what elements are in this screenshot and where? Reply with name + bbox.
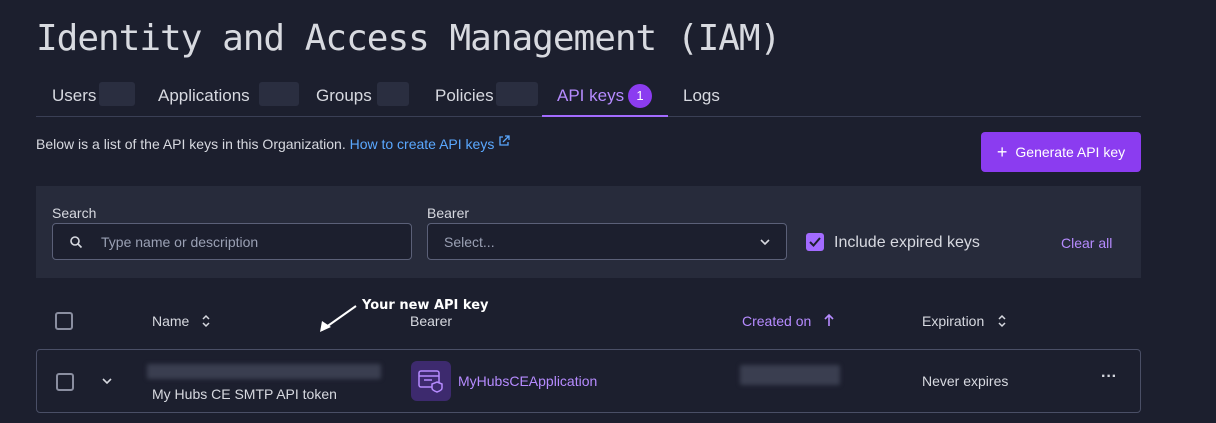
column-header-bearer: Bearer: [410, 313, 453, 329]
chevron-down-icon[interactable]: [102, 378, 112, 384]
generate-api-key-button[interactable]: + Generate API key: [981, 132, 1141, 172]
external-link-icon: [499, 135, 510, 146]
sort-icon[interactable]: [201, 314, 211, 328]
bearer-placeholder: Select...: [444, 233, 495, 250]
new-key-annotation: Your new API key: [362, 298, 489, 313]
application-icon: [411, 361, 451, 401]
redacted-created-on: [740, 365, 840, 385]
bearer-label: Bearer: [427, 205, 470, 221]
tab-policies-count: [496, 82, 538, 106]
column-header-name[interactable]: Name: [152, 313, 189, 329]
search-label: Search: [52, 205, 97, 221]
intro-text: Below is a list of the API keys in this …: [36, 135, 510, 152]
bearer-link[interactable]: MyHubsCEApplication: [458, 373, 597, 389]
tab-groups[interactable]: Groups: [316, 86, 372, 106]
tab-applications[interactable]: Applications: [158, 86, 250, 106]
checkmark-icon: [809, 237, 821, 247]
tab-logs[interactable]: Logs: [683, 86, 720, 106]
intro-description: Below is a list of the API keys in this …: [36, 136, 346, 152]
expiration-value: Never expires: [922, 373, 1009, 389]
sort-icon[interactable]: [997, 314, 1007, 328]
tab-applications-count: [259, 82, 299, 106]
table-row[interactable]: My Hubs CE SMTP API token MyHubsCEApplic…: [36, 349, 1141, 413]
generate-api-key-label: Generate API key: [1015, 144, 1126, 160]
select-all-checkbox[interactable]: [55, 312, 73, 330]
page-title: Identity and Access Management (IAM): [36, 18, 781, 59]
tab-groups-count: [377, 82, 409, 106]
api-keys-count-badge: 1: [628, 84, 652, 108]
column-header-created[interactable]: Created on: [742, 313, 811, 329]
bearer-select[interactable]: Select...: [427, 223, 787, 260]
search-icon: [70, 235, 83, 248]
redacted-key-id: [147, 364, 381, 379]
how-to-link-label: How to create API keys: [349, 136, 495, 152]
arrow-up-icon[interactable]: [823, 313, 835, 327]
tab-users-count: [99, 82, 135, 106]
filter-panel: Search Type name or description Bearer S…: [36, 186, 1141, 278]
chevron-down-icon: [760, 238, 770, 245]
active-tab-indicator: [542, 115, 668, 117]
key-description: My Hubs CE SMTP API token: [152, 386, 337, 402]
plus-icon: +: [996, 142, 1008, 162]
tab-bar: Users Applications Groups Policies API k…: [36, 80, 1141, 117]
clear-all-link[interactable]: Clear all: [1061, 235, 1112, 251]
column-header-expiration[interactable]: Expiration: [922, 313, 984, 329]
search-input[interactable]: Type name or description: [52, 223, 412, 260]
row-checkbox[interactable]: [56, 373, 74, 391]
tab-api-keys[interactable]: API keys: [557, 86, 624, 106]
tab-policies[interactable]: Policies: [435, 86, 494, 106]
search-placeholder: Type name or description: [101, 233, 259, 250]
include-expired-checkbox[interactable]: [806, 233, 824, 251]
annotation-arrow-icon: [320, 305, 357, 332]
tab-users[interactable]: Users: [52, 86, 96, 106]
more-actions-icon[interactable]: ···: [1101, 368, 1117, 386]
include-expired-label: Include expired keys: [834, 234, 980, 251]
how-to-link[interactable]: How to create API keys: [349, 135, 511, 152]
